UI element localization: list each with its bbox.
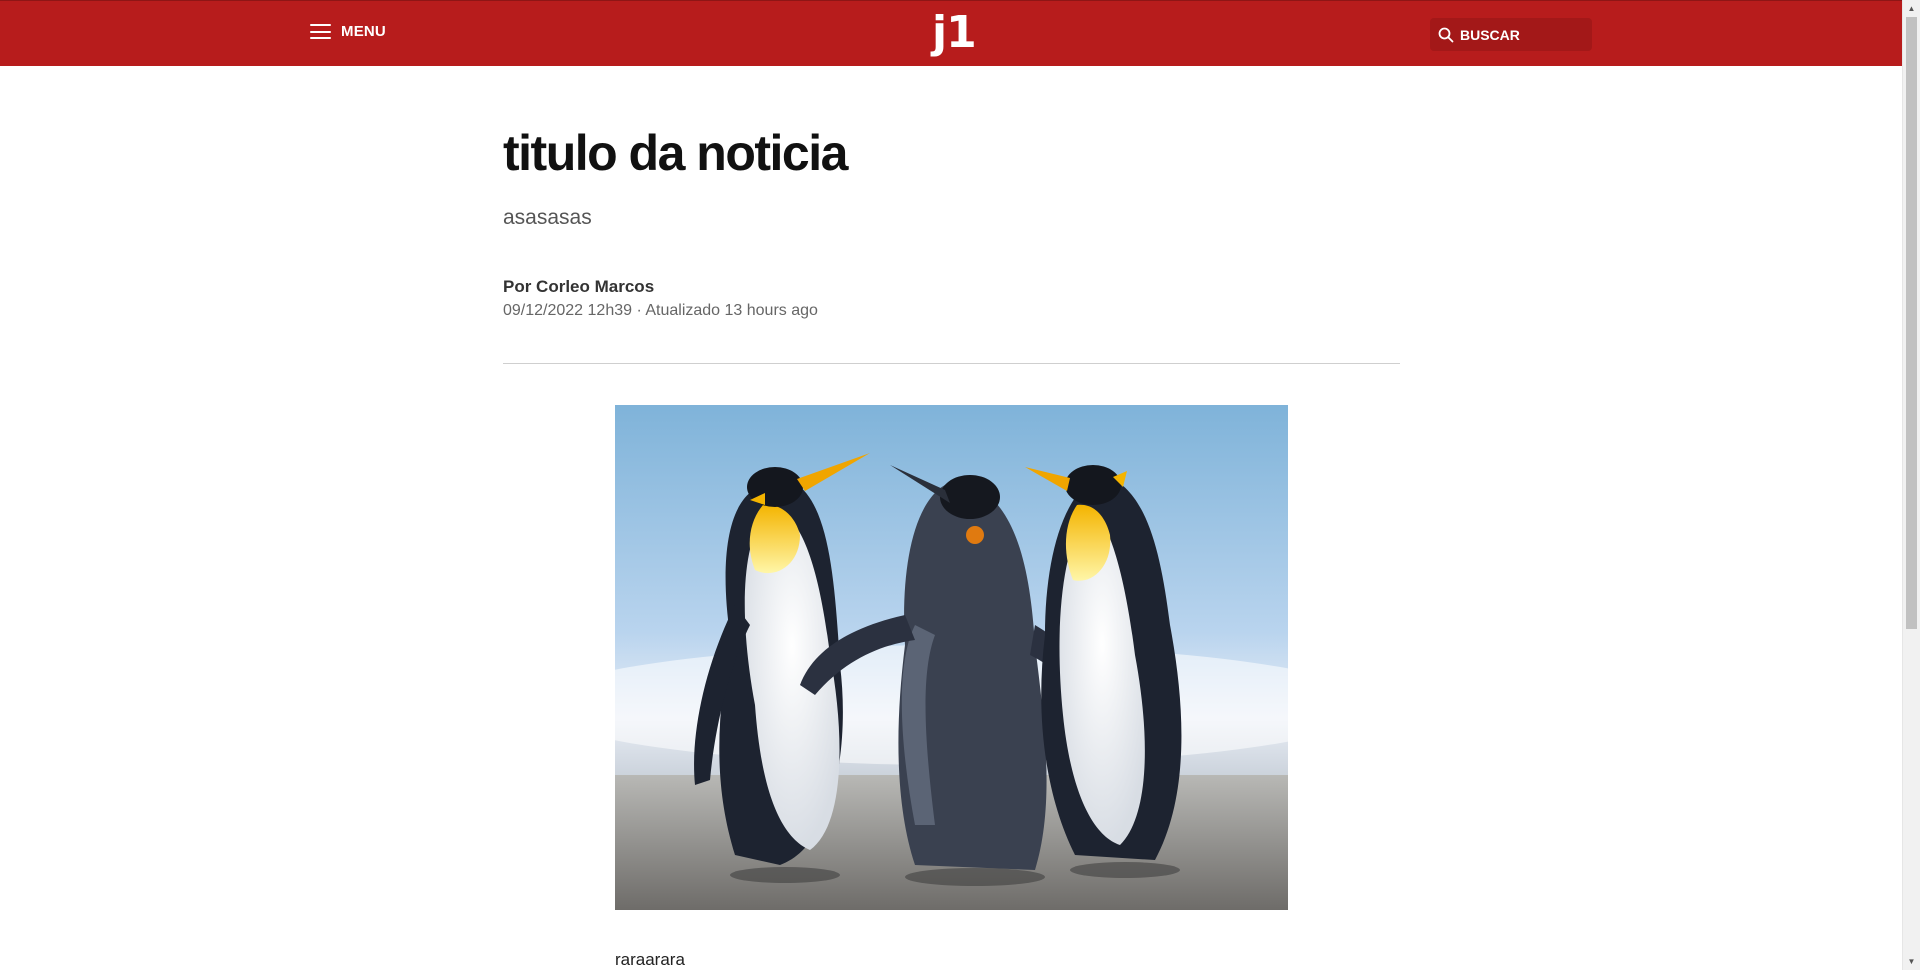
page: MENU j1 BUSCAR titulo da noticia asasasa… [0,0,1920,970]
scrollbar-thumb[interactable] [1906,17,1917,629]
search-input[interactable]: BUSCAR [1430,18,1592,51]
article-byline: Por Corleo Marcos [503,277,655,296]
search-icon [1438,27,1454,43]
scroll-down-arrow-icon[interactable]: ▼ [1903,953,1920,970]
menu-button[interactable]: MENU [310,23,386,40]
article-image [615,405,1288,910]
article-title: titulo da noticia [503,125,848,181]
vertical-scrollbar[interactable]: ▲ ▼ [1902,0,1920,970]
hamburger-icon [310,24,331,39]
article-subtitle: asasasas [503,206,592,229]
top-navigation-bar: MENU j1 BUSCAR [0,0,1902,66]
penguins-photo [615,405,1288,910]
scroll-up-arrow-icon[interactable]: ▲ [1903,0,1920,17]
site-logo[interactable]: j1 [932,8,977,58]
menu-label: MENU [341,23,386,40]
divider [503,363,1400,364]
article-paragraph: raraarara [615,950,685,969]
article-dateline: 09/12/2022 12h39 · Atualizado 13 hours a… [503,302,818,319]
search-label: BUSCAR [1460,26,1520,43]
